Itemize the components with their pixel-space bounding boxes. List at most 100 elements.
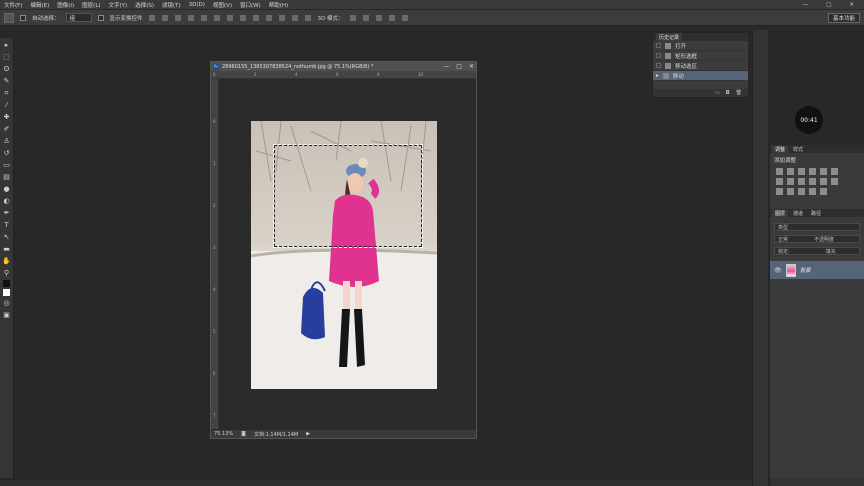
eyedropper-tool-icon[interactable]: ⁄ [2,100,12,110]
tab-paths[interactable]: 路径 [808,210,824,217]
triangle-icon[interactable] [831,168,838,175]
photo-filter-icon[interactable] [809,178,816,185]
history-item[interactable]: 打开 [653,41,748,51]
stamp-tool-icon[interactable]: ♙ [2,136,12,146]
menu-select[interactable]: 选择(S) [135,1,154,9]
hue-saturation-icon[interactable] [776,178,783,185]
history-checkbox[interactable] [656,63,661,68]
3d-pan-icon[interactable] [375,14,382,21]
tab-history[interactable]: 历史记录 [656,33,683,41]
align-bottom-icon[interactable] [174,14,181,21]
eraser-tool-icon[interactable]: ▭ [2,160,12,170]
maximize-button[interactable]: □ [826,2,831,8]
status-menu-arrow-icon[interactable]: ▶ [306,431,310,437]
zoom-level[interactable]: 75.13% [214,431,233,437]
shape-tool-icon[interactable]: ▬ [2,244,12,254]
zoom-tool-icon[interactable]: ⚲ [2,268,12,278]
foreground-color-swatch[interactable] [3,280,10,287]
3d-scale-icon[interactable] [401,14,408,21]
workspace-dropdown[interactable]: 基本功能 [827,13,860,23]
color-lookup-icon[interactable] [831,178,838,185]
black-white-icon[interactable] [798,178,805,185]
crop-tool-icon[interactable]: ⌗ [2,88,12,98]
layer-row-background[interactable]: 👁 背景 [770,261,864,279]
history-checkbox[interactable] [656,53,661,58]
show-transform-checkbox[interactable] [97,14,104,21]
hand-tool-icon[interactable]: ✋ [2,256,12,266]
menu-filter[interactable]: 滤镜(T) [162,1,181,9]
background-color-swatch[interactable] [3,289,10,296]
history-checkbox[interactable] [656,43,661,48]
align-right-icon[interactable] [213,14,220,21]
path-select-tool-icon[interactable]: ↖ [2,232,12,242]
doc-close-button[interactable]: ✕ [469,63,474,70]
tab-channels[interactable]: 通道 [790,210,806,217]
brightness-icon[interactable] [776,168,783,175]
distribute-center-icon[interactable] [278,14,285,21]
channel-mixer-icon[interactable] [820,178,827,185]
color-balance-icon[interactable] [787,178,794,185]
pen-tool-icon[interactable]: ✒ [2,208,12,218]
doc-maximize-button[interactable]: □ [456,63,462,70]
move-tool-icon[interactable]: ▸ [2,40,12,50]
horizontal-ruler[interactable]: 0 2 4 6 8 10 [211,71,476,79]
menu-edit[interactable]: 编辑(E) [30,1,49,9]
auto-align-icon[interactable] [304,14,311,21]
blend-mode-dropdown[interactable]: 正常 不透明度 [774,235,860,243]
gradient-tool-icon[interactable]: ▤ [2,172,12,182]
history-item-active[interactable]: ▸ 移动 [653,71,748,81]
tab-layers[interactable]: 图层 [772,209,789,217]
menu-3d[interactable]: 3D(D) [189,2,205,8]
history-item[interactable]: 矩形选框 [653,51,748,61]
exposure-icon[interactable] [809,168,816,175]
screen-mode-icon[interactable]: ▣ [2,310,12,320]
posterize-icon[interactable] [787,188,794,195]
move-tool-icon[interactable] [4,12,14,23]
type-tool-icon[interactable]: T [2,220,12,230]
align-left-icon[interactable] [187,14,194,21]
3d-rotate-icon[interactable] [349,14,356,21]
dodge-tool-icon[interactable]: ◐ [2,196,12,206]
distribute-top-icon[interactable] [226,14,233,21]
align-top-icon[interactable] [148,14,155,21]
doc-minimize-button[interactable]: — [443,63,449,70]
blur-tool-icon[interactable]: ● [2,184,12,194]
3d-roll-icon[interactable] [362,14,369,21]
align-center-icon[interactable] [200,14,207,21]
align-middle-icon[interactable] [161,14,168,21]
invert-icon[interactable] [776,188,783,195]
close-button[interactable]: ✕ [849,2,854,8]
auto-select-checkbox[interactable] [20,14,26,21]
marquee-tool-icon[interactable]: ⬚ [2,52,12,62]
quick-select-tool-icon[interactable]: ✎ [2,76,12,86]
tab-styles[interactable]: 样式 [790,146,806,153]
brush-tool-icon[interactable]: ✐ [2,124,12,134]
delete-icon[interactable]: 🗑 [736,90,742,96]
vertical-ruler[interactable]: 0 1 2 3 4 5 6 7 [211,79,219,429]
curves-icon[interactable] [798,168,805,175]
distribute-left-icon[interactable] [265,14,272,21]
new-snapshot-icon[interactable]: ◘ [726,90,730,96]
gradient-map-icon[interactable] [809,188,816,195]
levels-icon[interactable] [787,168,794,175]
vibrance-icon[interactable] [820,168,827,175]
selective-color-icon[interactable] [820,188,827,195]
menu-window[interactable]: 窗口(W) [240,1,261,9]
menu-view[interactable]: 视图(V) [213,1,232,9]
healing-tool-icon[interactable]: ✚ [2,112,12,122]
layer-kind-filter[interactable]: 类型 [774,223,860,231]
menu-layer[interactable]: 图层(L) [82,1,100,9]
distribute-middle-icon[interactable] [239,14,246,21]
minimize-button[interactable]: — [803,2,809,8]
menu-help[interactable]: 帮助(H) [269,1,288,9]
threshold-icon[interactable] [798,188,805,195]
quick-mask-icon[interactable]: ◎ [2,298,12,308]
visibility-eye-icon[interactable]: 👁 [774,267,782,274]
3d-slide-icon[interactable] [388,14,395,21]
history-item[interactable]: 移动选区 [653,61,748,71]
lasso-tool-icon[interactable]: ʘ [2,64,12,74]
selection-marquee[interactable] [273,144,423,248]
tab-adjustments[interactable]: 调整 [772,145,789,153]
menu-type[interactable]: 文字(Y) [109,1,128,9]
auto-select-dropdown[interactable]: 组 [65,13,92,22]
